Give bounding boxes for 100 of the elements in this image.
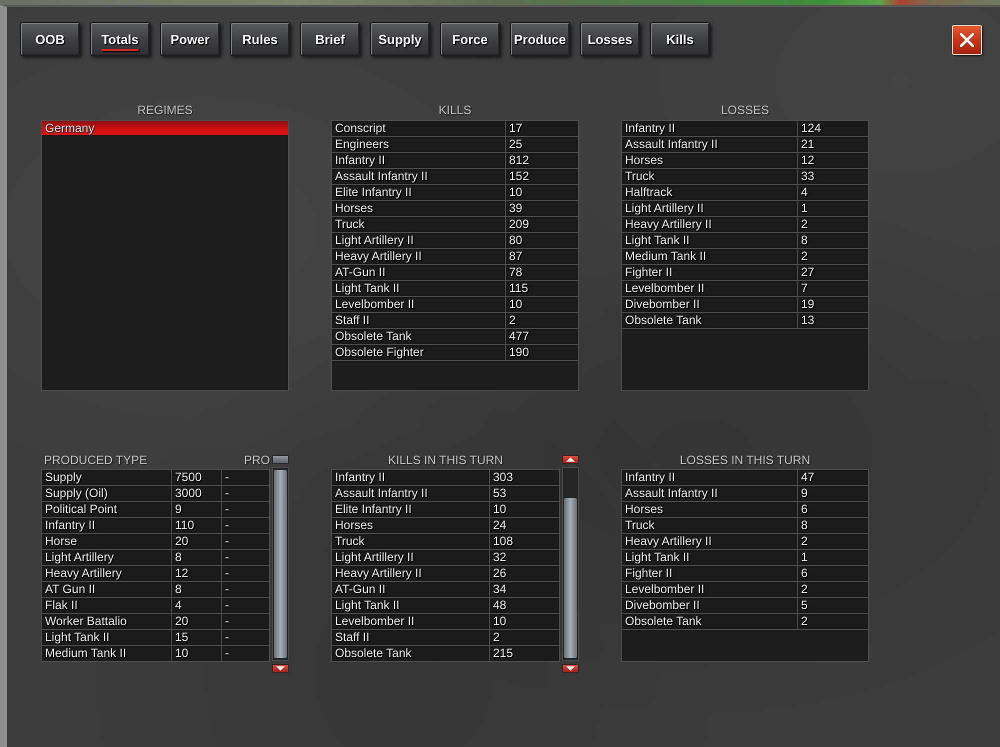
table-cell: Infantry II: [332, 470, 490, 486]
table-cell: 2: [490, 630, 559, 646]
close-button[interactable]: [952, 25, 982, 55]
table-cell: Assault Infantry II: [332, 169, 506, 185]
column-heading: PRO: [244, 453, 270, 467]
table-cell: 17: [506, 121, 578, 137]
table-cell: Staff II: [332, 630, 490, 646]
table-cell: 303: [490, 470, 559, 486]
table-cell: 80: [506, 233, 578, 249]
table-cell: Divebomber II: [622, 297, 798, 313]
table-cell: 209: [506, 217, 578, 233]
table-cell: 2: [798, 217, 868, 233]
table-cell: 39: [506, 201, 578, 217]
table-cell: 8: [798, 518, 868, 534]
table-cell: 8: [172, 582, 222, 598]
table-cell: Heavy Artillery II: [622, 217, 798, 233]
table-cell: 19: [798, 297, 868, 313]
table-cell: 12: [172, 566, 222, 582]
scroll-up-button[interactable]: [562, 455, 579, 464]
table-cell: 10: [506, 297, 578, 313]
tab-button[interactable]: Power: [160, 22, 220, 56]
tab-button[interactable]: Brief: [300, 22, 360, 56]
table-cell: 8: [798, 233, 868, 249]
scrollbar-thumb[interactable]: [274, 470, 287, 658]
tab-button[interactable]: Produce: [510, 22, 570, 56]
table-cell: 33: [798, 169, 868, 185]
table-cell: 20: [172, 534, 222, 550]
table-cell: Infantry II: [42, 518, 172, 534]
tab-button[interactable]: Losses: [580, 22, 640, 56]
table-cell: Flak II: [42, 598, 172, 614]
scroll-down-button[interactable]: [562, 664, 579, 673]
section-heading: KILLS: [438, 103, 472, 117]
list-item[interactable]: Germany: [42, 121, 288, 135]
table-cell: 27: [798, 265, 868, 281]
table-cell: 108: [490, 534, 559, 550]
table-cell: Truck: [332, 534, 490, 550]
table-cell: 2: [506, 313, 578, 329]
table-cell: 15: [172, 630, 222, 646]
table-cell: 124: [798, 121, 868, 137]
table-cell: Horses: [622, 502, 798, 518]
table-cell: Light Tank II: [332, 281, 506, 297]
table-cell: Fighter II: [622, 566, 798, 582]
table-cell: Light Tank II: [332, 598, 490, 614]
table-cell: 190: [506, 345, 578, 361]
table-cell: 2: [798, 534, 868, 550]
tab-button[interactable]: Force: [440, 22, 500, 56]
section-heading: KILLS IN THIS TURN: [387, 453, 504, 467]
table-cell: Obsolete Tank: [622, 614, 798, 630]
caret-down-icon: [566, 666, 575, 671]
table-cell: 53: [490, 486, 559, 502]
table-cell: Levelbomber II: [332, 614, 490, 630]
table-cell: Halftrack: [622, 185, 798, 201]
caret-up-icon: [566, 457, 575, 462]
table-cell: 13: [798, 313, 868, 329]
table-cell: 6: [798, 502, 868, 518]
table-cell: Assault Infantry II: [622, 486, 798, 502]
table-cell: 87: [506, 249, 578, 265]
table-cell: 110: [172, 518, 222, 534]
table-cell: AT-Gun II: [332, 265, 506, 281]
table-cell: 812: [506, 153, 578, 169]
table-cell: 2: [798, 582, 868, 598]
tab-button[interactable]: Kills: [650, 22, 710, 56]
table-cell: Supply: [42, 470, 172, 486]
tab-button[interactable]: Supply: [370, 22, 430, 56]
table-cell: 477: [506, 329, 578, 345]
table-cell: Horses: [332, 201, 506, 217]
table-cell: 25: [506, 137, 578, 153]
table-cell: Truck: [622, 169, 798, 185]
table-cell: 24: [490, 518, 559, 534]
scrollbar-thumb[interactable]: [564, 498, 577, 658]
table-cell: 47: [798, 470, 868, 486]
table-cell: Light Tank II: [42, 630, 172, 646]
table-cell: 8: [172, 550, 222, 566]
table-cell: AT Gun II: [42, 582, 172, 598]
table-cell: Heavy Artillery II: [332, 566, 490, 582]
table-cell: 1: [798, 550, 868, 566]
table-cell: Heavy Artillery: [42, 566, 172, 582]
tab-button[interactable]: Totals: [90, 22, 150, 56]
column-heading: PRODUCED TYPE: [44, 453, 148, 467]
tab-button[interactable]: Rules: [230, 22, 290, 56]
table-cell: Obsolete Tank: [622, 313, 798, 329]
table-cell: Truck: [332, 217, 506, 233]
table-cell: 9: [798, 486, 868, 502]
table-cell: Horse: [42, 534, 172, 550]
table-cell: Light Artillery: [42, 550, 172, 566]
table-cell: 4: [172, 598, 222, 614]
table-cell: 152: [506, 169, 578, 185]
table-cell: 34: [490, 582, 559, 598]
table-cell: Staff II: [332, 313, 506, 329]
scroll-down-button[interactable]: [272, 664, 289, 673]
table-cell: 32: [490, 550, 559, 566]
table-cell: 2: [798, 614, 868, 630]
table-cell: Light Tank II: [622, 550, 798, 566]
table-cell: 10: [506, 185, 578, 201]
table-cell: Infantry II: [622, 470, 798, 486]
table-cell: 7500: [172, 470, 222, 486]
table-cell: 2: [798, 249, 868, 265]
tab-button[interactable]: OOB: [20, 22, 80, 56]
section-heading: REGIMES: [136, 103, 194, 117]
table-cell: Truck: [622, 518, 798, 534]
